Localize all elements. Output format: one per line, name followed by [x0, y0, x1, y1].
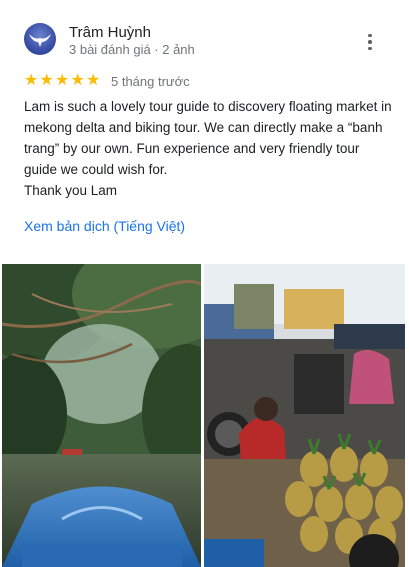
reviewer-avatar[interactable]: [24, 23, 56, 55]
star-icon: ★: [55, 72, 70, 89]
floating-market-pineapple-photo[interactable]: [204, 264, 405, 567]
review-time: 5 tháng trước: [111, 74, 190, 89]
translate-link[interactable]: Xem bản dịch (Tiếng Việt): [24, 218, 185, 234]
bird-avatar-icon: [29, 34, 51, 47]
reviewer-name[interactable]: Trâm Huỳnh: [69, 24, 151, 41]
more-options-button[interactable]: [360, 30, 380, 54]
reviewer-meta: 3 bài đánh giá · 2 ảnh: [69, 42, 195, 57]
review-card: Trâm Huỳnh 3 bài đánh giá · 2 ảnh ★ ★ ★ ★ ★ …: [0, 0, 409, 567]
review-text: Lam is such a lovely tour guide to disco…: [24, 96, 394, 201]
river-boat-photo[interactable]: [2, 264, 201, 567]
review-paragraph: Lam is such a lovely tour guide to disco…: [24, 99, 392, 177]
star-icon: ★: [24, 72, 39, 89]
star-icon: ★: [70, 72, 85, 89]
star-rating: ★ ★ ★ ★ ★: [24, 73, 102, 89]
more-vert-icon: [368, 33, 372, 38]
star-icon: ★: [86, 72, 101, 89]
review-closing: Thank you Lam: [24, 183, 118, 198]
star-icon: ★: [39, 72, 54, 89]
